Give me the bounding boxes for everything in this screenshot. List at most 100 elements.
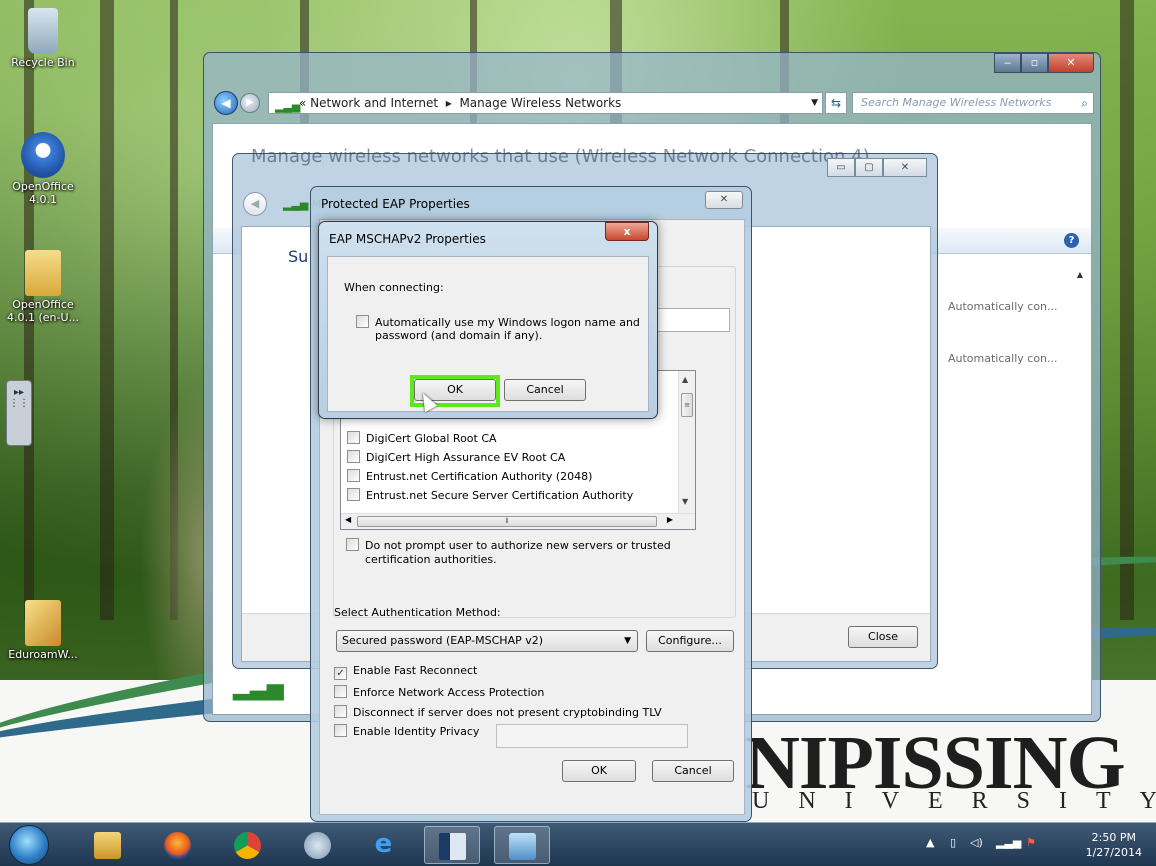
window-controls: ▭ ▢ ✕ — [827, 158, 927, 177]
cert-item[interactable]: DigiCert Global Root CA — [347, 431, 497, 445]
forward-button[interactable]: ▶ — [240, 93, 260, 113]
window-icon — [439, 833, 466, 860]
breadcrumb-network-and-internet[interactable]: Network and Internet — [310, 96, 438, 110]
configure-button[interactable]: Configure... — [646, 630, 734, 652]
option-label: Automatically use my Windows logon name … — [375, 316, 640, 329]
taskbar-app-ie[interactable]: e — [356, 826, 412, 864]
tree-trunk — [1120, 0, 1134, 620]
desktop-icon-eduroam[interactable]: EduroamW... — [3, 600, 83, 661]
ok-button[interactable]: OK — [562, 760, 636, 782]
cert-label: Entrust.net Certification Authority (204… — [366, 470, 593, 483]
auto-logon-option[interactable]: Automatically use my Windows logon name … — [356, 315, 640, 329]
option-label: Do not prompt user to authorize new serv… — [365, 539, 671, 552]
desktop-icon-recycle-bin[interactable]: Recycle Bin — [3, 8, 83, 69]
taskbar-app-chrome[interactable] — [220, 826, 276, 864]
taskbar-app-media-player[interactable] — [290, 826, 346, 864]
checkbox[interactable] — [356, 315, 369, 328]
checkbox[interactable] — [347, 469, 360, 482]
scroll-down-icon[interactable]: ▼ — [682, 497, 688, 506]
taskbar-app-window[interactable] — [424, 826, 480, 864]
cert-item[interactable]: DigiCert High Assurance EV Root CA — [347, 450, 565, 464]
cancel-button[interactable]: Cancel — [652, 760, 734, 782]
breadcrumb-manage-wireless-networks[interactable]: Manage Wireless Networks — [459, 96, 621, 110]
gadget-handle[interactable]: ▸▸ ⋮⋮ — [6, 380, 32, 446]
back-button[interactable]: ◀ — [243, 192, 267, 216]
back-button[interactable]: ◀ — [214, 91, 238, 115]
minimize-button[interactable]: ‒ — [994, 53, 1021, 73]
minimize-button[interactable]: ▭ — [827, 158, 855, 177]
option-label: Enable Fast Reconnect — [353, 664, 478, 677]
option-enforce-nap[interactable]: Enforce Network Access Protection — [334, 685, 544, 699]
close-button[interactable]: ✕ — [705, 191, 743, 209]
cert-item[interactable]: Entrust.net Certification Authority (204… — [347, 469, 592, 483]
taskbar: e ▲ ▯ ◁) ▂▃▅ ⚑ 2:50 PM 1/27/2014 — [0, 822, 1156, 866]
close-button[interactable]: ✕ — [883, 158, 927, 177]
option-cryptobinding[interactable]: Disconnect if server does not present cr… — [334, 705, 662, 719]
scroll-up-icon[interactable]: ▲ — [682, 375, 688, 384]
auth-method-select[interactable]: Secured password (EAP-MSCHAP v2) ▼ — [336, 630, 638, 652]
window-controls: ‒ ▫ ✕ — [994, 53, 1094, 73]
chevron-down-icon[interactable]: ▼ — [811, 93, 818, 113]
desktop-icon-openoffice[interactable]: OpenOffice 4.0.1 — [3, 132, 83, 206]
taskbar-app-control-panel[interactable] — [494, 826, 550, 864]
option-fast-reconnect[interactable]: ✓ Enable Fast Reconnect — [334, 664, 477, 680]
checkbox[interactable] — [334, 705, 347, 718]
start-button[interactable] — [9, 825, 49, 865]
address-bar[interactable]: ▂▃▅ « Network and Internet ▸ Manage Wire… — [268, 92, 823, 114]
tree-trunk — [100, 0, 114, 620]
chrome-icon — [234, 832, 261, 859]
checkbox[interactable] — [346, 538, 359, 551]
clock[interactable]: 2:50 PM 1/27/2014 — [1086, 830, 1142, 860]
server-name-field[interactable] — [646, 308, 730, 332]
network-status: Automatically con... — [948, 300, 1058, 313]
close-button[interactable]: ✕ — [1048, 53, 1094, 73]
checkbox[interactable] — [347, 488, 360, 501]
checkbox[interactable] — [334, 724, 347, 737]
volume-icon[interactable]: ◁) — [970, 836, 983, 849]
search-input[interactable]: Search Manage Wireless Networks ⌕ — [852, 92, 1094, 114]
desktop-icon-openoffice-folder[interactable]: OpenOffice 4.0.1 (en-U... — [3, 250, 83, 324]
option-identity-privacy[interactable]: Enable Identity Privacy — [334, 724, 479, 738]
close-dialog-button[interactable]: Close — [848, 626, 918, 648]
cert-label: DigiCert High Assurance EV Root CA — [366, 451, 566, 464]
identity-privacy-field[interactable] — [496, 724, 688, 748]
checkbox[interactable] — [347, 431, 360, 444]
address-row: ◀ ▶ ▂▃▅ « Network and Internet ▸ Manage … — [212, 91, 1094, 115]
horizontal-scrollbar[interactable]: ◀ ⫴ ▶ — [341, 513, 695, 529]
checkbox[interactable] — [347, 450, 360, 463]
search-placeholder: Search Manage Wireless Networks — [861, 96, 1052, 109]
wireless-signal-icon: ▂▃▅ — [233, 676, 284, 701]
checkbox-checked[interactable]: ✓ — [334, 667, 347, 680]
banner-subtitle: UNIVERSITY — [752, 788, 1156, 814]
eap-mschapv2-properties-dialog: EAP MSCHAPv2 Properties x When connectin… — [318, 221, 658, 419]
no-prompt-option[interactable]: Do not prompt user to authorize new serv… — [346, 538, 671, 552]
scroll-left-icon[interactable]: ◀ — [345, 515, 351, 524]
search-icon[interactable]: ⌕ — [1081, 93, 1088, 113]
maximize-button[interactable]: ▢ — [855, 158, 883, 177]
vertical-scrollbar[interactable]: ▲ ≡ ▼ — [678, 371, 695, 513]
arrow-left-icon: ◀ — [221, 96, 231, 110]
cert-item[interactable]: Entrust.net Secure Server Certification … — [347, 488, 633, 502]
expand-arrows-icon: ▸▸ ⋮⋮ — [9, 387, 29, 409]
taskbar-app-firefox[interactable] — [150, 826, 206, 864]
show-hidden-icons[interactable]: ▲ — [926, 836, 934, 849]
close-button[interactable]: x — [605, 222, 649, 241]
refresh-button[interactable]: ⇆ — [825, 92, 847, 114]
scroll-right-icon[interactable]: ▶ — [667, 515, 673, 524]
cancel-button[interactable]: Cancel — [504, 379, 586, 401]
checkbox[interactable] — [334, 685, 347, 698]
cert-label: DigiCert Global Root CA — [366, 432, 497, 445]
clock-time: 2:50 PM — [1091, 831, 1136, 844]
scroll-thumb[interactable]: ⫴ — [357, 516, 657, 527]
heading-fragment: Su — [288, 247, 309, 266]
taskbar-app-explorer[interactable] — [80, 826, 136, 864]
help-icon[interactable]: ? — [1064, 233, 1079, 248]
battery-icon[interactable]: ▯ — [950, 836, 956, 849]
scroll-thumb[interactable]: ≡ — [681, 393, 693, 417]
select-value: Secured password (EAP-MSCHAP v2) — [342, 634, 544, 647]
scroll-up-icon[interactable]: ▲ — [1077, 270, 1083, 279]
option-label: Disconnect if server does not present cr… — [353, 706, 662, 719]
network-signal-icon[interactable]: ▂▃▅ — [996, 836, 1021, 849]
action-center-icon[interactable]: ⚑ — [1026, 836, 1036, 849]
maximize-button[interactable]: ▫ — [1021, 53, 1048, 73]
